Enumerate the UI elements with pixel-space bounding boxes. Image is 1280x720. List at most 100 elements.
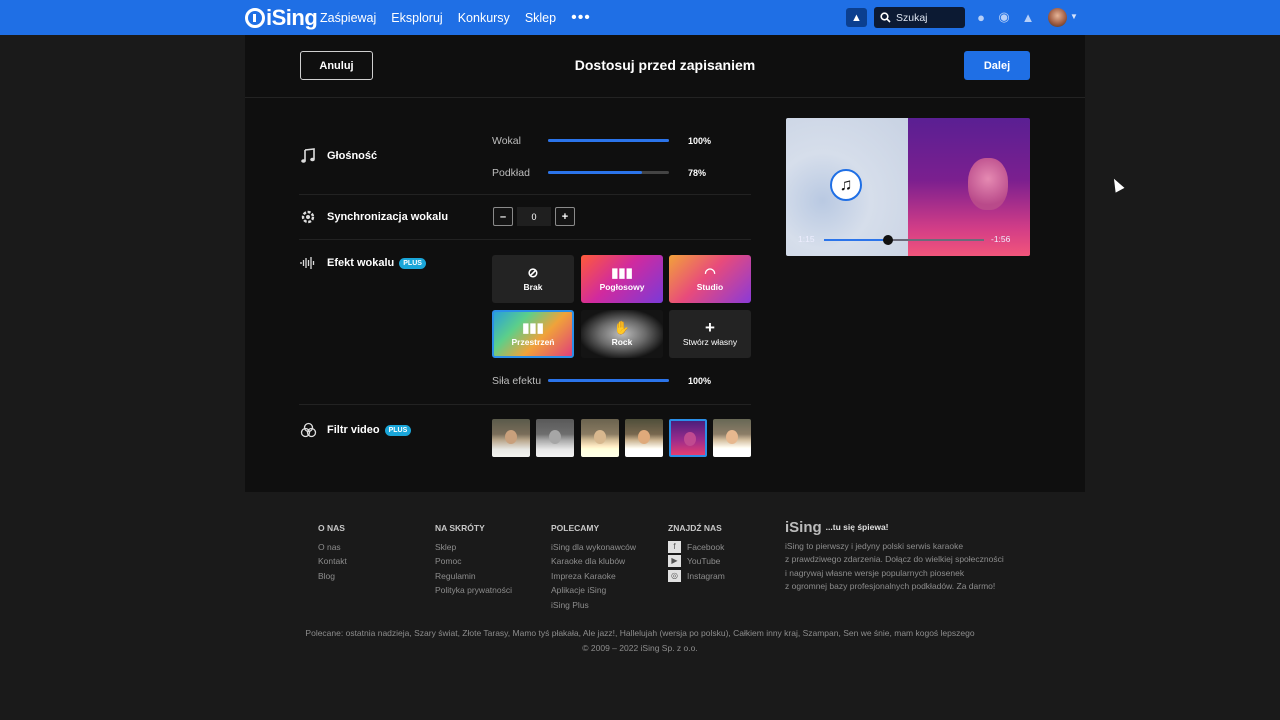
- sync-value[interactable]: 0: [517, 207, 551, 226]
- video-filter-thumb[interactable]: [625, 419, 663, 457]
- footer-link[interactable]: iSing Plus: [551, 598, 636, 613]
- sync-increase-button[interactable]: +: [555, 207, 575, 226]
- thumb-face: [594, 430, 606, 444]
- effect-option-rock[interactable]: ✋ Rock: [581, 310, 663, 358]
- footer-link[interactable]: YouTube: [687, 554, 720, 569]
- preview-remaining-time: -1:56: [991, 234, 1011, 244]
- divider: [299, 404, 751, 405]
- bell-icon[interactable]: ▲: [1020, 9, 1036, 25]
- footer-heading: ZNAJDŹ NAS: [668, 523, 722, 533]
- footer-heading: NA SKRÓTY: [435, 523, 485, 533]
- chevron-down-icon[interactable]: ▼: [1070, 12, 1078, 21]
- sync-decrease-button[interactable]: –: [493, 207, 513, 226]
- rock-hand-icon: ✋: [613, 320, 631, 335]
- vocal-slider[interactable]: [548, 139, 669, 142]
- thumb-face: [549, 430, 561, 444]
- menu-item-contests[interactable]: Konkursy: [458, 11, 510, 25]
- effect-option-label: Pogłosowy: [599, 282, 645, 292]
- gear-icon: [299, 208, 317, 226]
- effect-strength-label: Siła efektu: [492, 375, 542, 387]
- search-input[interactable]: [896, 11, 956, 24]
- menu-item-shop[interactable]: Sklep: [525, 11, 556, 25]
- upload-button[interactable]: ▲: [846, 8, 867, 27]
- menu-item-explore[interactable]: Eksploruj: [391, 11, 442, 25]
- footer-tagline: ...tu się śpiewa!: [825, 522, 889, 532]
- preview-current-time: 1:15: [798, 234, 815, 244]
- footer-link[interactable]: Impreza Karaoke: [551, 569, 636, 584]
- video-filter-thumb[interactable]: [713, 419, 751, 457]
- footer-link[interactable]: Karaoke dla klubów: [551, 554, 636, 569]
- footer-link[interactable]: Sklep: [435, 540, 512, 555]
- effect-option-reverb[interactable]: ▮▮▮ Pogłosowy: [581, 255, 663, 303]
- effect-option-label: Przestrzeń: [511, 337, 555, 347]
- chat-icon[interactable]: ●: [973, 9, 989, 25]
- effect-option-label: Rock: [611, 337, 633, 347]
- plus-icon: +: [705, 318, 715, 337]
- plus-badge: PLUS: [384, 424, 412, 436]
- video-preview[interactable]: ♫ 1:15 -1:56: [786, 118, 1030, 256]
- footer-heading: O NAS: [318, 523, 345, 533]
- footer-link[interactable]: Blog: [318, 569, 347, 584]
- search-box[interactable]: [874, 7, 965, 28]
- backing-slider-fill: [548, 171, 643, 174]
- footer-link[interactable]: Facebook: [687, 540, 724, 555]
- footer-social-facebook[interactable]: f Facebook: [668, 540, 725, 555]
- footer-link[interactable]: Kontakt: [318, 554, 347, 569]
- footer-link[interactable]: Instagram: [687, 569, 725, 584]
- thumb-face: [638, 430, 650, 444]
- effect-option-custom[interactable]: + Stwórz własny: [669, 310, 751, 358]
- eye-icon[interactable]: ◉: [996, 9, 1012, 25]
- video-filter-thumb[interactable]: [581, 419, 619, 457]
- footer-social-instagram[interactable]: ◎ Instagram: [668, 569, 725, 584]
- footer-link[interactable]: Aplikacje iSing: [551, 583, 636, 598]
- effect-option-none[interactable]: ⊘ Brak: [492, 255, 574, 303]
- footer-brand-text: iSing to pierwszy i jedyny polski serwis…: [785, 540, 964, 551]
- music-clef-icon: ♫: [830, 169, 862, 201]
- effect-strength-value: 100%: [688, 376, 712, 386]
- footer-col-shortcuts: NA SKRÓTY Sklep Pomoc Regulamin Polityka…: [435, 521, 512, 598]
- ising-logo[interactable]: iSing: [245, 5, 318, 30]
- main-menu: Zaśpiewaj Eksploruj Konkursy Sklep •••: [320, 0, 591, 35]
- effect-option-label: Studio: [696, 282, 724, 292]
- vocal-slider-fill: [548, 139, 669, 142]
- footer-logo: iSing: [785, 519, 822, 536]
- effect-option-studio[interactable]: ◠ Studio: [669, 255, 751, 303]
- preview-singer: [968, 158, 1008, 210]
- volume-label: Głośność: [327, 150, 378, 162]
- next-button[interactable]: Dalej: [964, 51, 1030, 80]
- divider: [299, 194, 751, 195]
- effect-label: Efekt wokalu PLUS: [327, 257, 426, 269]
- video-filter-thumb[interactable]: [492, 419, 530, 457]
- backing-slider[interactable]: [548, 171, 669, 174]
- vocal-label: Wokal: [492, 135, 521, 147]
- filter-icon: [299, 421, 317, 439]
- footer-link[interactable]: Regulamin: [435, 569, 512, 584]
- footer-col-recommend: POLECAMY iSing dla wykonawców Karaoke dl…: [551, 521, 636, 613]
- plus-badge: PLUS: [399, 257, 426, 269]
- avatar[interactable]: [1048, 8, 1067, 27]
- more-menu-button[interactable]: •••: [571, 9, 591, 27]
- logo-mark-icon: [245, 8, 265, 28]
- preview-seek-handle[interactable]: [883, 235, 893, 245]
- preview-seek-bar[interactable]: [824, 239, 984, 241]
- footer-col-social: ZNAJDŹ NAS f Facebook ▶ YouTube ◎ Instagram: [668, 521, 725, 583]
- footer-link[interactable]: Pomoc: [435, 554, 512, 569]
- music-note-icon: [299, 147, 317, 165]
- effect-strength-slider[interactable]: [548, 379, 669, 382]
- bars-icon: ▮▮▮: [522, 320, 544, 335]
- footer-copyright: © 2009 – 2022 iSing Sp. z o.o.: [582, 643, 698, 653]
- footer-link[interactable]: Polityka prywatności: [435, 583, 512, 598]
- footer-social-youtube[interactable]: ▶ YouTube: [668, 554, 725, 569]
- footer-link[interactable]: iSing dla wykonawców: [551, 540, 636, 555]
- page-title: Dostosuj przed zapisaniem: [574, 57, 756, 73]
- waveform-icon: ▮▮▮: [611, 265, 633, 280]
- instagram-icon: ◎: [668, 570, 681, 583]
- video-filter-thumb[interactable]: [536, 419, 574, 457]
- footer-link[interactable]: O nas: [318, 540, 347, 555]
- effect-option-space[interactable]: ▮▮▮ Przestrzeń: [492, 310, 574, 358]
- logo-text: iSing: [266, 5, 318, 30]
- video-filter-thumb-selected[interactable]: [669, 419, 707, 457]
- search-icon: [880, 12, 891, 23]
- effect-strength-fill: [548, 379, 669, 382]
- menu-item-sing[interactable]: Zaśpiewaj: [320, 11, 376, 25]
